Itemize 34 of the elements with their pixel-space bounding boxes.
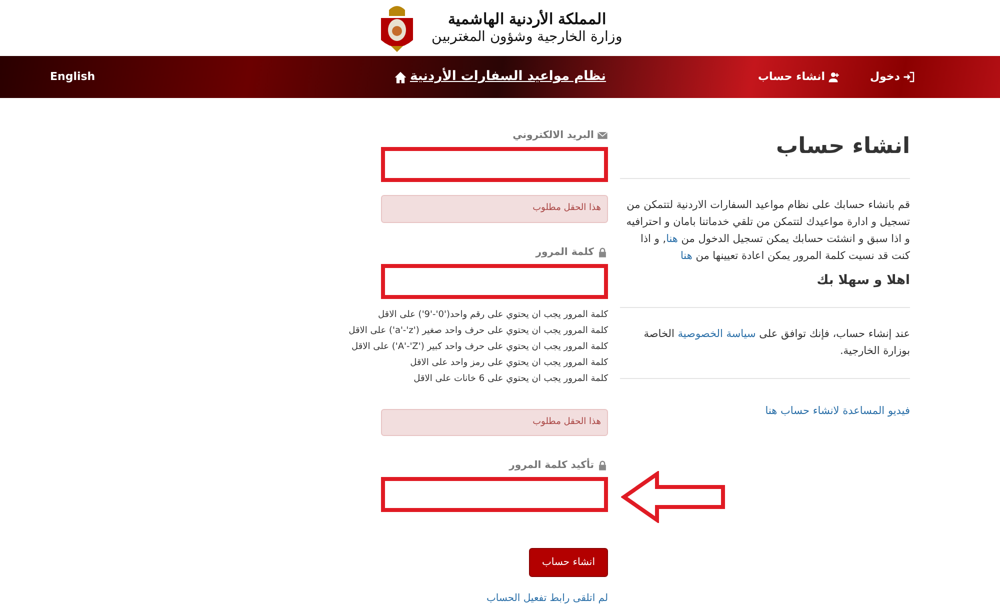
site-title-link[interactable]: نظام مواعيد السفارات الأردنية: [394, 67, 606, 87]
sign-in-icon: [903, 71, 915, 83]
password-rule: كلمة المرور يجب ان يحتوي على 6 خانات على الاقل: [412, 372, 608, 386]
login-link[interactable]: دخول: [870, 68, 915, 86]
language-link[interactable]: English: [50, 68, 96, 86]
password-rule: كلمة المرور يجب ان يحتوي على رمز واحد على الاقل: [409, 356, 608, 370]
privacy-paragraph: عند إنشاء حساب، فإنك توافق على سياسة الخصوصية الخاصة بوزارة الخارجية.: [642, 326, 910, 359]
password-rule: كلمة المرور يجب ان يحتوي على رقم واحد('0'-'9') على الاقل: [376, 308, 608, 322]
password-rule: كلمة المرور يجب ان يحتوي على حرف واحد كبير ('A'-'Z') على الاقل: [350, 340, 608, 354]
error-message: هذا الحقل مطلوب: [381, 195, 608, 222]
intro-paragraph: قم بانشاء حسابك على نظام مواعيد السفارات الاردنية لتتمكن من تسجيل و ادارة مواعيدك لتتمكن من تلقي خدماتنا بامان و احترافيه و اذا سبق و انشئت حسابك يمكن تسجيل الدخول من هنا, و اذا كنت قد نسيت كلمة المرور يمكن اعادة تعيينها من هنا: [625, 198, 910, 264]
error-message: هذا الحقل مطلوب: [381, 408, 608, 436]
password-rule: كلمة المرور يجب ان يحتوي على حرف واحد صغير ('a'-'z') على الاقل: [348, 324, 608, 338]
text-link[interactable]: سياسة الخصوصية: [678, 328, 756, 340]
create-account-button[interactable]: انشاء حساب: [529, 548, 608, 577]
home-icon: [394, 70, 407, 84]
page-heading: انشاء حساب: [775, 134, 910, 160]
input-field[interactable]: [381, 147, 608, 182]
help-video-link[interactable]: فيديو المساعدة لانشاء حساب هنا: [765, 404, 910, 417]
input-field[interactable]: [381, 477, 608, 512]
envelope-icon: [597, 130, 608, 141]
ministry-title: المملكة الأردنية الهاشمية وزارة الخارجية وشؤون المغتربين: [431, 11, 623, 45]
text-link[interactable]: هنا: [666, 233, 678, 246]
register-link[interactable]: انشاء حساب: [758, 68, 840, 86]
lock-icon: [597, 460, 608, 471]
user-plus-icon: [828, 71, 840, 83]
text-link[interactable]: هنا: [680, 250, 692, 262]
input-field[interactable]: [381, 264, 608, 298]
field-label: كلمة المرور: [536, 246, 594, 260]
field-label: تأكيد كلمة المرور: [509, 458, 594, 473]
resend-activation-link[interactable]: لم اتلقى رابط تفعيل الحساب: [486, 591, 608, 604]
field-label: البريد الالكتروني: [512, 129, 594, 143]
lock-icon: [597, 246, 608, 258]
welcome-heading: اهلا و سهلا بك: [816, 273, 910, 289]
